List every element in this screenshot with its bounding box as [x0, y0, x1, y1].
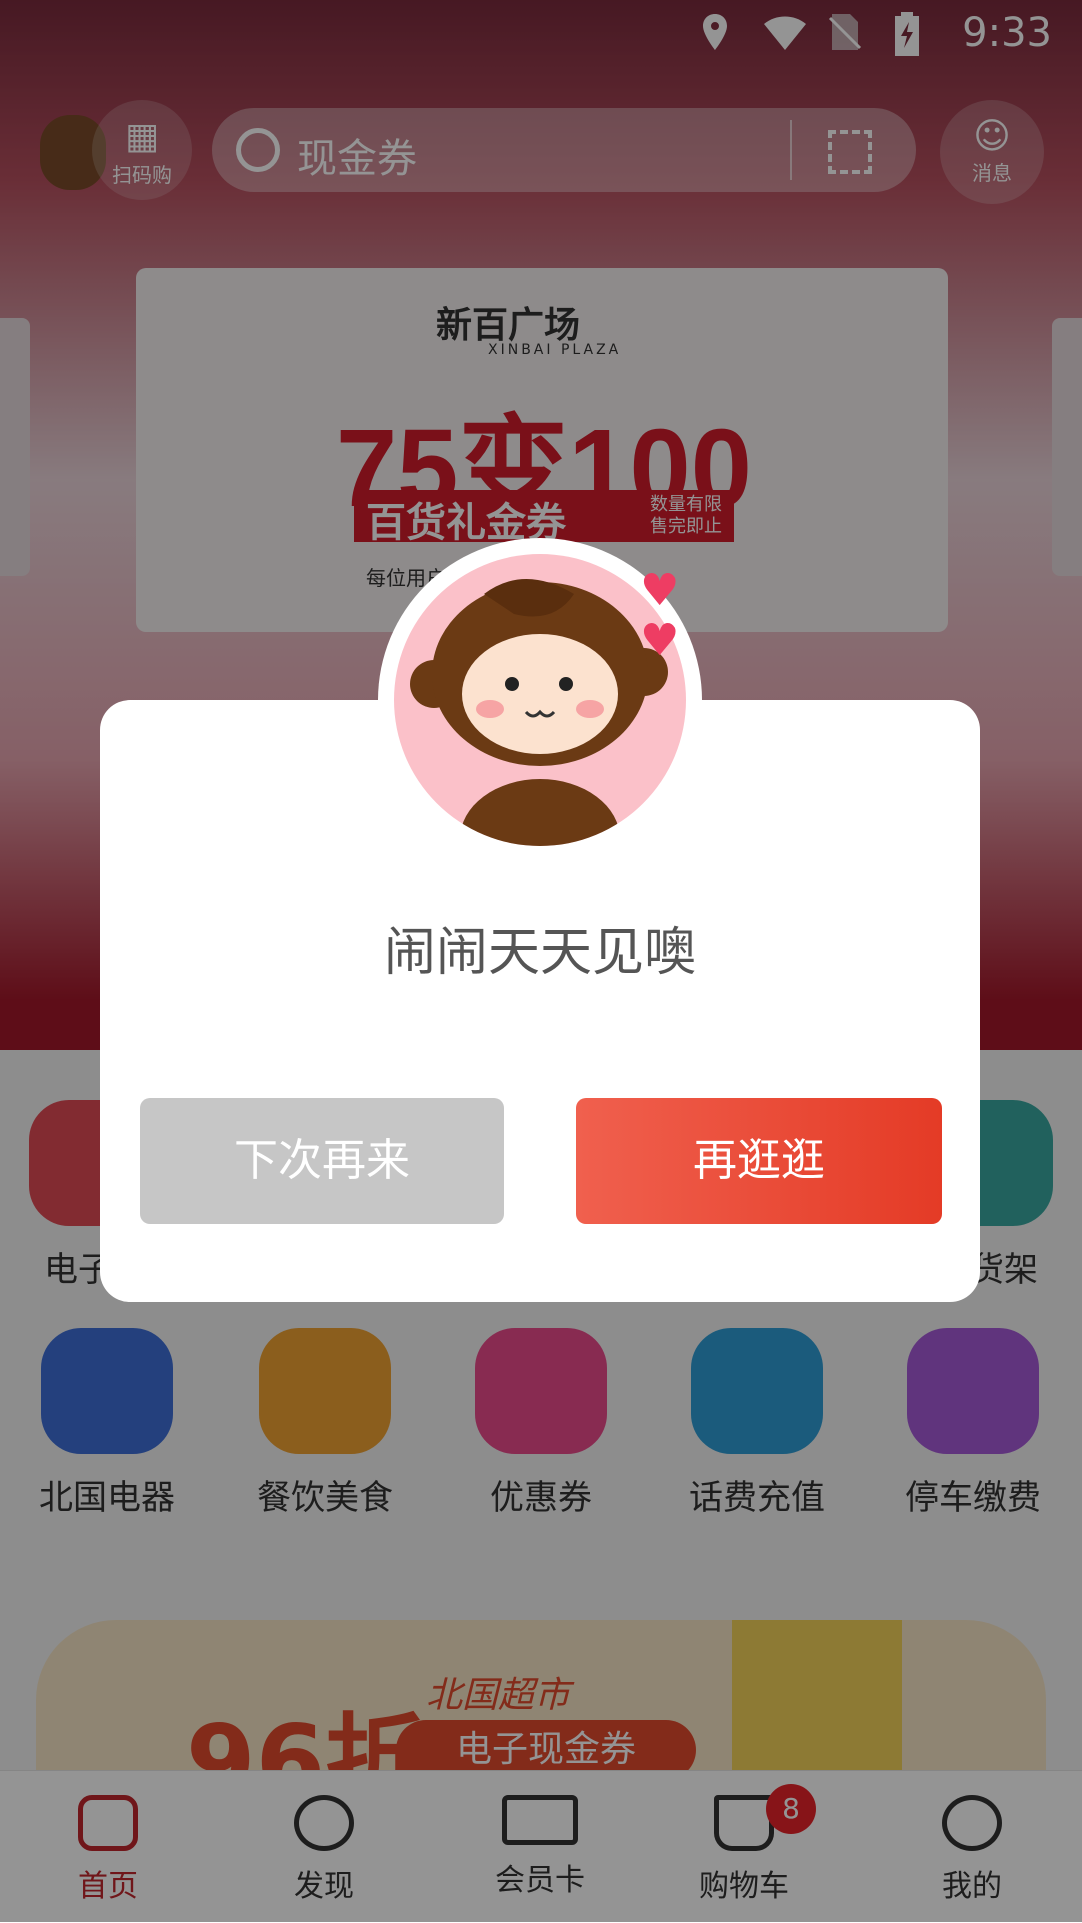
continue-browsing-button[interactable]: 再逛逛: [576, 1098, 942, 1224]
dialog-title: 闹闹天天见噢: [383, 923, 696, 983]
cancel-button[interactable]: 下次再来: [140, 1098, 504, 1224]
hearts-icon: ♥ ♥: [640, 565, 680, 666]
